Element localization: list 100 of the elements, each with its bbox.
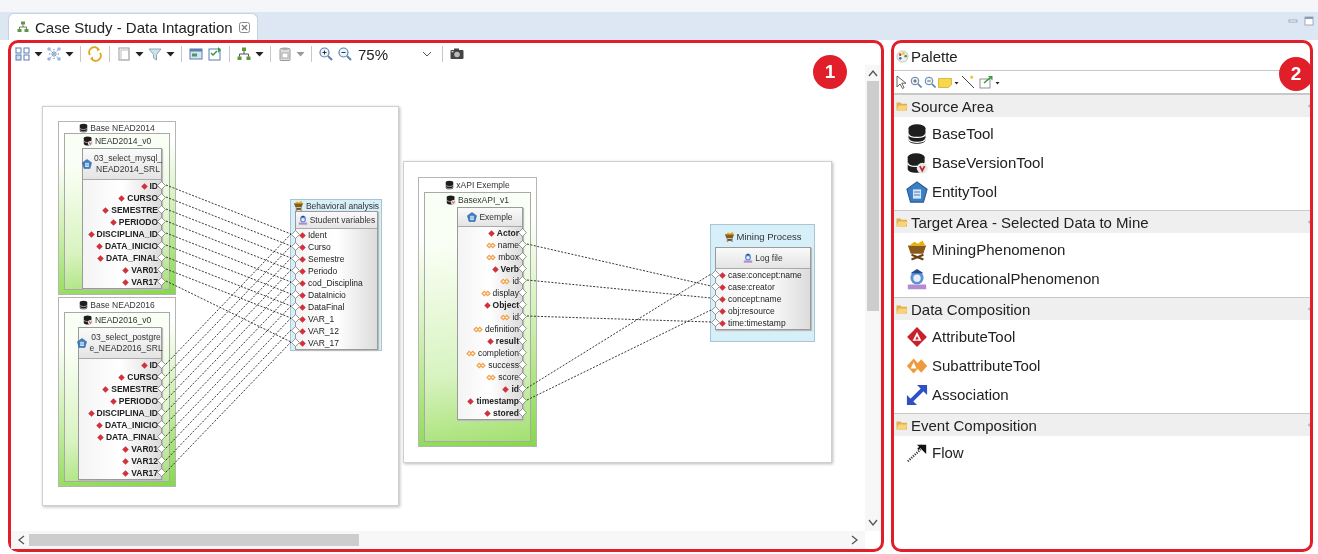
connector-line[interactable]	[165, 317, 292, 449]
connector-line[interactable]	[165, 341, 292, 473]
connector-line[interactable]	[526, 315, 712, 323]
attribute-label: SEMESTRE	[111, 205, 158, 215]
node-title: Base NEAD2016	[90, 300, 155, 310]
entity-box[interactable]: Exemple Actor name mbox Verb id display Object id definition result completion success score id timestamp stored	[457, 207, 523, 420]
attribute-label: time:timestamp	[728, 318, 786, 328]
drawer-header[interactable]: Data Composition	[894, 297, 1310, 320]
connector-line[interactable]	[165, 305, 292, 437]
entity-box[interactable]: Log file case:concept:name case:creator concept:name obj:resource time:timestamp	[715, 247, 811, 330]
attribute-label: case:concept:name	[728, 270, 802, 280]
entity-box[interactable]: 03_select_mysql_ NEAD2014_SRL ID CURSO SEMESTRE PERIODO DISCIPLINA_ID DATA_INICIO DATA_FINAL VAR01 VAR17	[82, 148, 162, 289]
palette-item[interactable]: BaseTool	[894, 119, 1000, 148]
note-add-icon[interactable]	[979, 75, 993, 89]
database-icon	[906, 122, 928, 145]
attribute-label: PERIODO	[118, 217, 158, 227]
camera-icon[interactable]	[449, 46, 466, 62]
connection-icon[interactable]	[961, 75, 977, 89]
subattribute-icon	[486, 373, 497, 381]
attribute-label: VAR_12	[308, 326, 340, 336]
tree-icon[interactable]	[236, 46, 252, 62]
attribute-label: Actor	[496, 228, 519, 238]
subattribute-icon	[476, 361, 487, 369]
connector-line[interactable]	[526, 279, 712, 299]
source-node[interactable]: xAPI Exemple BasexAPI_v1 Exemple Actor name mbox Verb id display Object id definition result completion success score id timestamp stored	[418, 177, 537, 447]
connector-line[interactable]	[165, 245, 292, 377]
zoom-out-icon[interactable]	[924, 76, 936, 88]
connector-line[interactable]	[165, 280, 292, 343]
palette-item[interactable]: BaseVersionTool	[894, 148, 1050, 177]
attribute-label: ID	[149, 181, 158, 191]
entity-icon	[467, 212, 478, 222]
scroll-right-icon[interactable]	[851, 535, 859, 545]
attribute-label: Verb	[500, 264, 519, 274]
connector-line[interactable]	[165, 268, 292, 319]
checklist-icon[interactable]	[207, 46, 223, 62]
database-icon	[79, 122, 89, 133]
palette-item[interactable]: Association	[894, 380, 1015, 409]
editor-tab[interactable]: Case Study - Data Intagration	[8, 13, 258, 40]
zoom-in-icon[interactable]	[318, 46, 334, 62]
palette-item[interactable]: AttributeTool	[894, 322, 1022, 351]
drawer-header[interactable]: Event Composition	[894, 413, 1310, 436]
connector-line[interactable]	[165, 196, 292, 247]
palette-item[interactable]: EntityTool	[894, 177, 1004, 206]
entity-box[interactable]: 03_select_postgre e_NEAD2016_SRL ID CURSO SEMESTRE PERIODO DISCIPLINA_ID DATA_INICIO DATA_FINAL VAR01 VAR12 VAR17	[78, 327, 162, 480]
scroll-thumb[interactable]	[29, 534, 359, 546]
palette-title: Palette	[911, 48, 958, 65]
zoom-in-icon[interactable]	[910, 76, 922, 88]
scroll-thumb[interactable]	[867, 81, 879, 311]
palette-item[interactable]: Flow	[894, 438, 970, 467]
window-icon[interactable]	[188, 46, 204, 62]
zoom-combo[interactable]: 75%	[356, 44, 437, 64]
source-node[interactable]: Base NEAD2016 NEAD2016_v0 03_select_postgre e_NEAD2016_SRL ID CURSO SEMESTRE PERIODO DISCIPLINA_ID DATA_INICIO DATA_FINAL VAR01 VAR12 VAR17	[58, 297, 176, 487]
drawer-header[interactable]: Source Area	[894, 94, 1310, 117]
attribute-label: VAR17	[131, 468, 158, 478]
database-icon	[445, 180, 455, 190]
attribute-icon	[487, 229, 495, 237]
drawer-header[interactable]: Target Area - Selected Data to Mine	[894, 210, 1310, 233]
attribute-label: id	[512, 312, 519, 322]
connector-line[interactable]	[165, 293, 292, 425]
connector-line[interactable]	[165, 256, 292, 307]
node-title: xAPI Exemple	[456, 180, 510, 190]
connector-line[interactable]	[165, 233, 292, 365]
connector-line[interactable]	[165, 257, 292, 389]
palette-item[interactable]: SubattributeTool	[894, 351, 1047, 380]
version-box[interactable]: NEAD2014_v0 03_select_mysql_ NEAD2014_SRL ID CURSO SEMESTRE PERIODO DISCIPLINA_ID DATA_INICIO DATA_FINAL VAR01 VAR17	[64, 133, 170, 290]
subattribute-icon	[472, 325, 483, 333]
connector-line[interactable]	[165, 244, 292, 295]
zoom-out-icon[interactable]	[337, 46, 353, 62]
target-node[interactable]: Behavioral analysis Student variables Ident Curso Semestre Periodo cod_Disciplina DataInicio DataFinal VAR_1 VAR_12 VAR_17	[290, 199, 382, 351]
database-icon	[906, 151, 928, 174]
attribute-label: name	[497, 240, 519, 250]
clipboard-icon[interactable]	[277, 46, 293, 62]
palette-item[interactable]: MiningPhenomenon	[894, 235, 1072, 264]
entity-box[interactable]: Student variables Ident Curso Semestre Periodo cod_Disciplina DataInicio DataFinal VAR_1 VAR_12 VAR_17	[295, 211, 378, 350]
connector-line[interactable]	[165, 220, 292, 271]
attribute-icon	[483, 301, 491, 309]
select-arrow-icon[interactable]	[896, 75, 908, 89]
scroll-up-icon[interactable]	[868, 69, 878, 77]
palette-item[interactable]: EducationalPhenomenon	[894, 264, 1106, 293]
scroll-down-icon[interactable]	[868, 519, 878, 527]
scroll-left-icon[interactable]	[17, 535, 25, 545]
sync-icon[interactable]	[87, 46, 103, 62]
version-box[interactable]: NEAD2016_v0 03_select_postgre e_NEAD2016_SRL ID CURSO SEMESTRE PERIODO DISCIPLINA_ID DATA_INICIO DATA_FINAL VAR01 VAR12 VAR17	[64, 312, 170, 482]
connector-line[interactable]	[165, 281, 292, 413]
close-icon[interactable]	[238, 21, 250, 33]
source-node[interactable]: Base NEAD2014 NEAD2014_v0 03_select_mysql_ NEAD2014_SRL ID CURSO SEMESTRE PERIODO DISCIPLINA_ID DATA_INICIO DATA_FINAL VAR01 VAR17	[58, 121, 176, 295]
connector-line[interactable]	[165, 329, 292, 461]
attribute-icon	[491, 265, 499, 273]
entity-icon	[906, 180, 928, 203]
connector-line[interactable]	[165, 269, 292, 401]
attribute-label: timestamp	[476, 396, 519, 406]
attribute-label: DATA_FINAL	[105, 432, 158, 442]
attribute-label: VAR01	[131, 265, 158, 275]
connector-line[interactable]	[165, 184, 292, 235]
maximize-icon[interactable]	[1304, 16, 1314, 26]
attribute-label: Object	[492, 300, 519, 310]
connector-line[interactable]	[165, 208, 292, 259]
target-node[interactable]: Mining Process Log file case:concept:name case:creator concept:name obj:resource time:timestamp	[710, 224, 815, 342]
version-box[interactable]: BasexAPI_v1 Exemple Actor name mbox Verb id display Object id definition result completion success score id timestamp stored	[424, 192, 531, 442]
connector-line[interactable]	[165, 232, 292, 283]
